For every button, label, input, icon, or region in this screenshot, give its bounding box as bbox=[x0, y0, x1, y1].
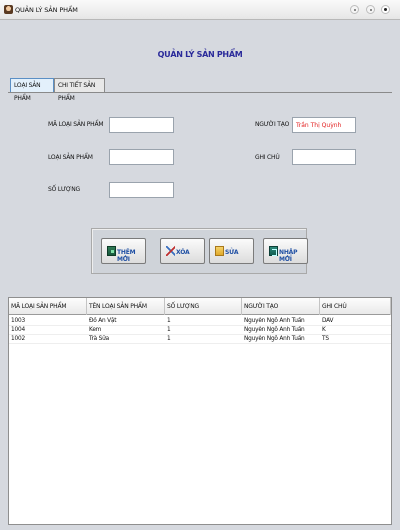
table-header: MÃ LOẠI SẢN PHẨM TÊN LOẠI SẢN PHẨM SỐ LƯ… bbox=[9, 298, 391, 315]
minimize-icon[interactable] bbox=[350, 5, 359, 14]
ma-loai-label: MÃ LOẠI SẢN PHẨM bbox=[48, 121, 104, 128]
reset-button-label: NHẬP MỚI bbox=[279, 249, 298, 263]
table-row[interactable]: 1004 Kem 1 Nguyễn Ngô Anh Tuấn K bbox=[9, 326, 391, 335]
loai-input[interactable] bbox=[109, 149, 174, 165]
ghi-chu-label: GHI CHÚ bbox=[255, 154, 280, 161]
column-header[interactable]: GHI CHÚ bbox=[320, 298, 391, 315]
add-button[interactable]: THÊM MỚI bbox=[101, 238, 146, 264]
tab-chi-tiet-san-pham[interactable]: CHI TIẾT SẢN PHẨM bbox=[54, 78, 105, 102]
table-cell: 1003 bbox=[11, 318, 25, 324]
table-cell: DAV bbox=[322, 318, 334, 324]
so-luong-input[interactable] bbox=[109, 182, 174, 198]
tab-loai-san-pham[interactable]: LOẠI SẢN PHẨM bbox=[10, 78, 54, 102]
window-titlebar: QUẢN LÝ SẢN PHẨM bbox=[0, 0, 400, 20]
delete-button[interactable]: XÓA bbox=[160, 238, 205, 264]
edit-button[interactable]: SỬA bbox=[209, 238, 254, 264]
table-cell: Kem bbox=[89, 327, 102, 333]
column-header[interactable]: SỐ LƯỢNG bbox=[165, 298, 242, 315]
delete-icon bbox=[166, 246, 175, 256]
column-header[interactable]: TÊN LOẠI SẢN PHẨM bbox=[87, 298, 165, 315]
table-cell: 1 bbox=[167, 318, 171, 324]
table-row[interactable]: 1002 Trà Sữa 1 Nguyễn Ngô Anh Tuấn TS bbox=[9, 335, 391, 344]
table-cell: Trà Sữa bbox=[89, 336, 109, 342]
loai-label: LOẠI SẢN PHẨM bbox=[48, 154, 93, 161]
delete-button-label: XÓA bbox=[176, 249, 190, 256]
app-icon bbox=[4, 5, 13, 14]
column-header[interactable]: NGƯỜI TẠO bbox=[242, 298, 320, 315]
nguoi-tao-input[interactable]: Trần Thị Quỳnh bbox=[292, 117, 356, 133]
product-type-table[interactable]: MÃ LOẠI SẢN PHẨM TÊN LOẠI SẢN PHẨM SỐ LƯ… bbox=[8, 297, 392, 525]
table-cell: Đồ Ăn Vặt bbox=[89, 318, 117, 324]
tab-divider bbox=[8, 92, 392, 93]
so-luong-label: SỐ LƯỢNG bbox=[48, 186, 80, 193]
table-cell: 1 bbox=[167, 327, 171, 333]
table-row[interactable]: 1003 Đồ Ăn Vặt 1 Nguyễn Ngô Anh Tuấn DAV bbox=[9, 317, 391, 326]
maximize-icon[interactable] bbox=[366, 5, 375, 14]
table-cell: 1002 bbox=[11, 336, 25, 342]
table-cell: Nguyễn Ngô Anh Tuấn bbox=[244, 336, 305, 342]
add-icon bbox=[107, 246, 116, 256]
ma-loai-input[interactable] bbox=[109, 117, 174, 133]
table-cell: Nguyễn Ngô Anh Tuấn bbox=[244, 327, 305, 333]
nguoi-tao-label: NGƯỜI TẠO bbox=[255, 121, 290, 128]
table-cell: K bbox=[322, 327, 326, 333]
table-cell: 1004 bbox=[11, 327, 25, 333]
table-cell: Nguyễn Ngô Anh Tuấn bbox=[244, 318, 305, 324]
column-header[interactable]: MÃ LOẠI SẢN PHẨM bbox=[9, 298, 87, 315]
close-icon[interactable] bbox=[381, 5, 390, 14]
reset-button[interactable]: NHẬP MỚI bbox=[263, 238, 308, 264]
edit-icon bbox=[215, 246, 224, 256]
edit-button-label: SỬA bbox=[225, 249, 239, 256]
table-cell: 1 bbox=[167, 336, 171, 342]
table-cell: TS bbox=[322, 336, 329, 342]
page-title: QUẢN LÝ SẢN PHẨM bbox=[157, 50, 243, 59]
add-button-label: THÊM MỚI bbox=[117, 249, 136, 263]
ghi-chu-input[interactable] bbox=[292, 149, 356, 165]
reset-icon bbox=[269, 246, 278, 256]
window-title: QUẢN LÝ SẢN PHẨM bbox=[15, 6, 78, 14]
